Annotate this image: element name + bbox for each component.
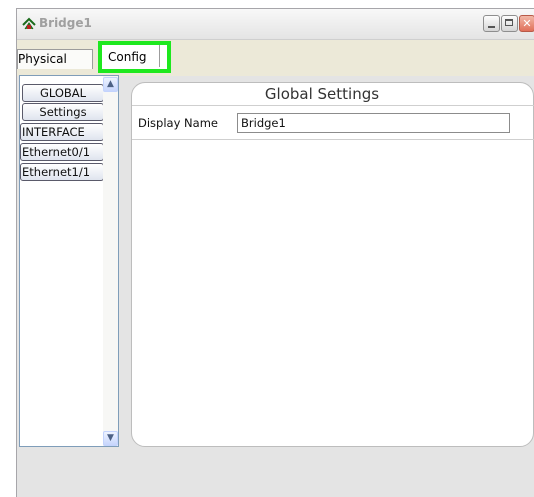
divider (132, 105, 534, 106)
scroll-up-icon[interactable]: ▲ (103, 77, 118, 92)
panel-title: Global Settings (264, 85, 380, 103)
sidebar-scrollbar[interactable]: ▲ ▼ (103, 76, 118, 446)
tab-config[interactable]: Config (98, 41, 171, 73)
global-settings-panel: Global Settings Display Name (131, 82, 534, 447)
minimize-button[interactable] (483, 15, 500, 32)
tab-config-label: Config (106, 45, 160, 67)
window-title: Bridge1 (39, 16, 92, 30)
config-sidebar: GLOBAL Settings INTERFACE Ethernet0/1 Et… (19, 75, 119, 447)
sidebar-item-global[interactable]: GLOBAL (22, 84, 104, 102)
title-bar[interactable]: Bridge1 ✕ (17, 9, 534, 40)
display-name-label: Display Name (138, 116, 218, 130)
divider (132, 139, 534, 140)
minimize-icon (488, 26, 495, 28)
maximize-button[interactable] (501, 15, 518, 32)
close-button[interactable]: ✕ (519, 15, 534, 32)
sidebar-item-interface[interactable]: INTERFACE (20, 123, 104, 141)
maximize-icon (505, 19, 513, 26)
sidebar-item-ethernet0-1[interactable]: Ethernet0/1 (20, 143, 104, 161)
tab-bar: Physical Config (17, 40, 534, 76)
scroll-down-icon[interactable]: ▼ (103, 431, 118, 446)
tab-physical[interactable]: Physical (17, 49, 93, 69)
sidebar-item-ethernet1-1[interactable]: Ethernet1/1 (20, 163, 104, 181)
bridge-icon (21, 16, 37, 32)
sidebar-item-settings[interactable]: Settings (22, 103, 104, 121)
display-name-input[interactable] (237, 113, 510, 133)
close-icon: ✕ (522, 17, 532, 30)
